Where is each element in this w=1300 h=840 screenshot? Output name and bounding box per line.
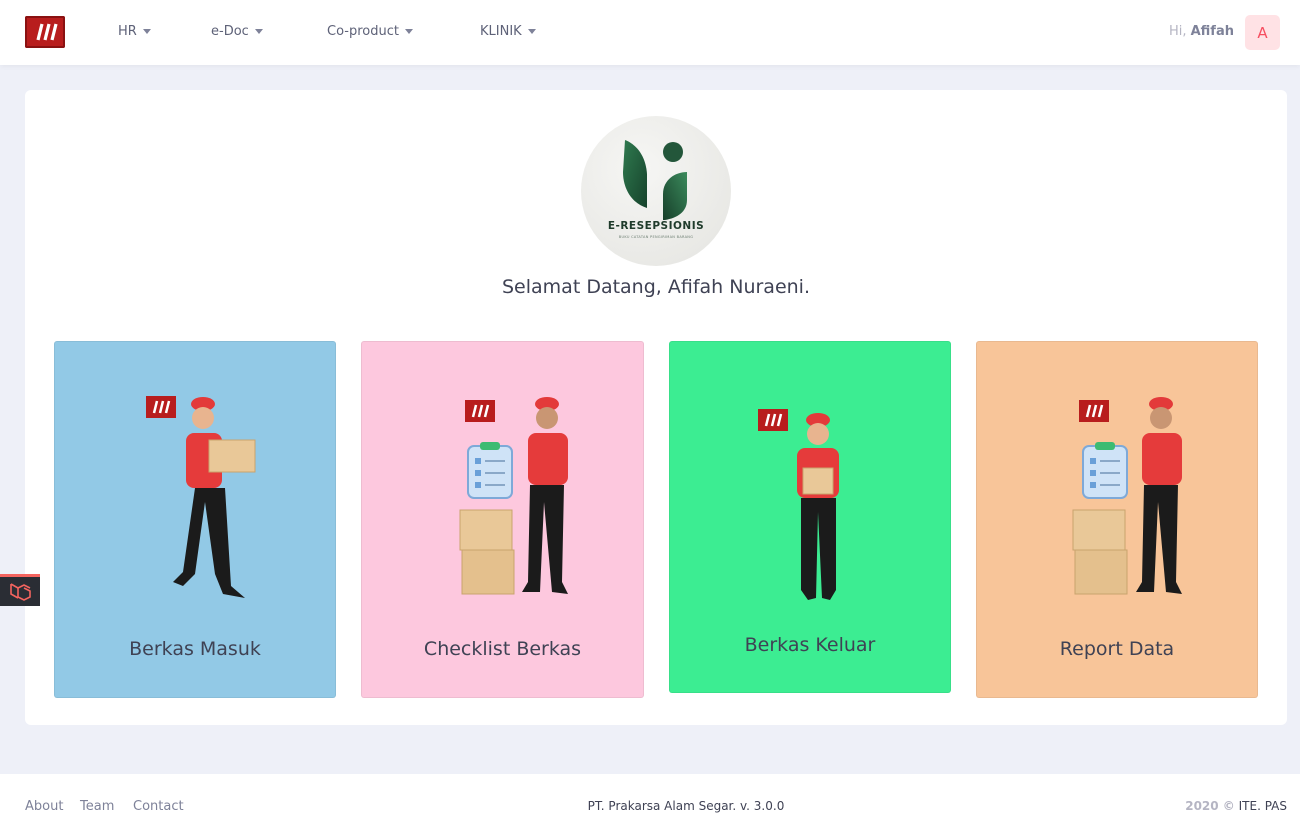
chevron-down-icon (142, 29, 151, 34)
nav-hr-dropdown[interactable]: HR (118, 24, 151, 39)
nav-edoc-dropdown[interactable]: e-Doc (211, 24, 263, 39)
chevron-down-icon (527, 29, 536, 34)
tile-berkas-keluar[interactable]: Berkas Keluar (669, 341, 951, 693)
chevron-down-icon (254, 29, 263, 34)
app-logo-badge: E-RESEPSIONIS BUKU CATATAN PENGIRIMAN BA… (581, 116, 731, 266)
app-brand-subtitle: BUKU CATATAN PENGIRIMAN BARANG (618, 235, 694, 239)
tile-report-data[interactable]: Report Data (976, 341, 1258, 698)
tile-checklist-berkas-label: Checklist Berkas (423, 638, 582, 660)
debug-toolbar-toggle[interactable] (0, 574, 40, 606)
nav-klinik-label: KLINIK (480, 24, 522, 39)
tile-berkas-keluar-label: Berkas Keluar (744, 634, 876, 656)
page-footer: About Team Contact PT. Prakarsa Alam Seg… (0, 774, 1300, 840)
nav-coproduct-label: Co-product (327, 24, 399, 39)
tile-checklist-berkas[interactable]: Checklist Berkas (361, 341, 644, 698)
footer-company-link[interactable]: ITE. PAS (1239, 799, 1287, 813)
nav-klinik-dropdown[interactable]: KLINIK (480, 24, 536, 39)
laravel-icon (10, 583, 31, 601)
company-logo[interactable] (25, 16, 65, 48)
greeting-username: Afifah (1190, 24, 1234, 39)
nav-coproduct-dropdown[interactable]: Co-product (327, 24, 413, 39)
nav-hr-label: HR (118, 24, 137, 39)
footer-company-version: PT. Prakarsa Alam Segar. v. 3.0.0 (587, 799, 785, 813)
leaf-logo-icon (623, 140, 687, 220)
footer-year: 2020 © (1185, 799, 1235, 813)
user-avatar[interactable]: A (1245, 15, 1280, 50)
tile-berkas-masuk[interactable]: Berkas Masuk (54, 341, 336, 698)
user-greeting[interactable]: Hi, Afifah (1169, 24, 1234, 39)
footer-copyright: 2020 © ITE. PAS (1185, 799, 1287, 813)
app-brand-title: E-RESEPSIONIS (607, 220, 705, 232)
tile-berkas-masuk-label: Berkas Masuk (129, 638, 261, 660)
welcome-message: Selamat Datang, Afifah Nuraeni. (502, 276, 810, 298)
tile-report-data-label: Report Data (1059, 638, 1175, 660)
chevron-down-icon (404, 29, 413, 34)
greeting-prefix: Hi, (1168, 24, 1187, 39)
nav-edoc-label: e-Doc (211, 24, 249, 39)
top-navbar: HR e-Doc Co-product KLINIK Hi, Afifah A (0, 0, 1300, 65)
